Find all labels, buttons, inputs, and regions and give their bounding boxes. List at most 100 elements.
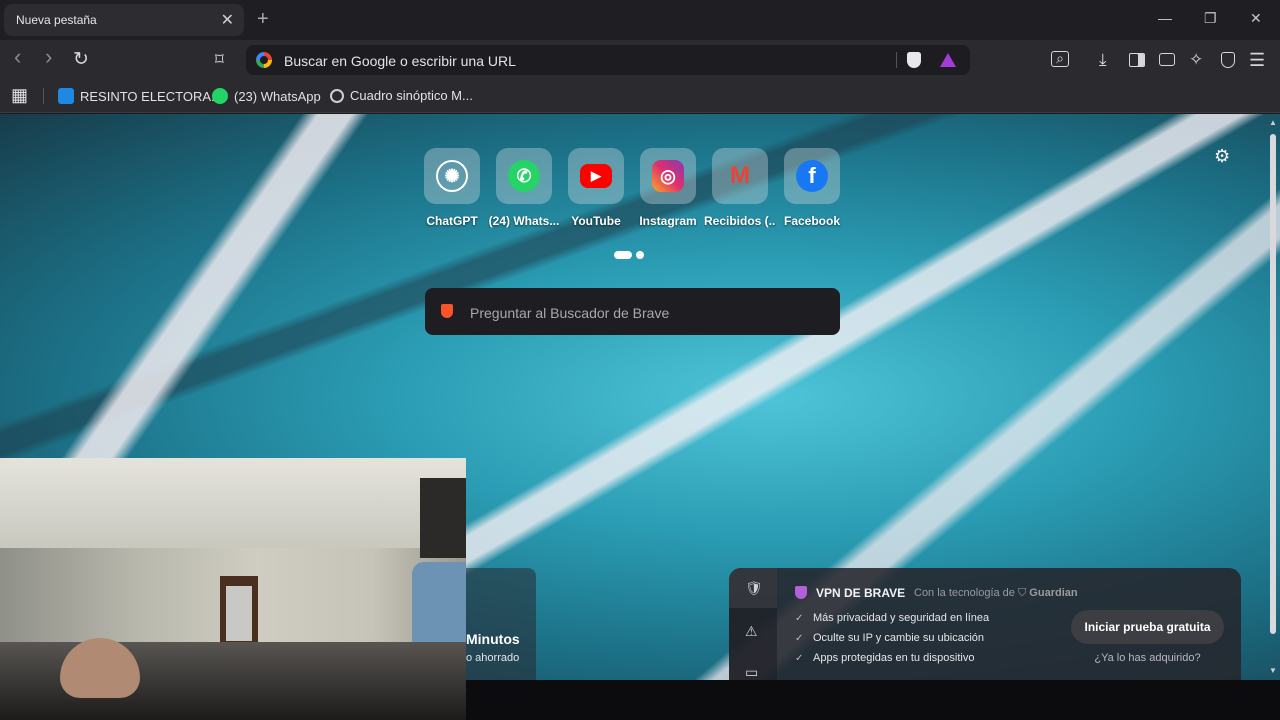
settings-gear-icon[interactable]: ⚙ — [1214, 146, 1230, 167]
warning-icon[interactable]: ⚠ — [745, 623, 758, 640]
restore-icon[interactable]: ❐ — [1204, 10, 1217, 27]
top-site-label: Instagram — [639, 214, 697, 228]
vpn-powered-by: Con la tecnología de ⛉ Guardian — [914, 587, 1078, 600]
top-site-instagram[interactable]: ◎ Instagram — [632, 148, 704, 228]
vpn-feature-text: Oculte su IP y cambie su ubicación — [813, 632, 984, 644]
new-tab-button[interactable]: + — [257, 8, 269, 31]
address-bar-placeholder: Buscar en Google o escribir una URL — [284, 53, 516, 69]
already-purchased-link[interactable]: ¿Ya lo has adquirido? — [1071, 652, 1224, 664]
window-close-icon[interactable]: ✕ — [1250, 10, 1262, 27]
stats-widget: Minutos o ahorrado — [466, 568, 536, 680]
bookmark-label: (23) WhatsApp — [234, 89, 321, 104]
google-icon — [256, 52, 272, 68]
video-icon[interactable]: ▭ — [745, 664, 758, 680]
vpn-promo-card: 🛡 ⚠ ▭ VPN DE BRAVE Con la tecnología de … — [729, 568, 1241, 680]
scroll-thumb[interactable] — [1270, 134, 1276, 634]
vpn-feature: ✓ Apps protegidas en tu dispositivo — [795, 652, 974, 664]
top-site-gmail[interactable]: M Recibidos (... — [704, 148, 776, 228]
youtube-icon: ▶ — [580, 164, 612, 188]
top-site-chatgpt[interactable]: ✺ ChatGPT — [416, 148, 488, 228]
bookmark-icon[interactable]: ⌑ — [215, 50, 224, 70]
toolbar: ‹ › ↻ ⌑ Buscar en Google o escribir una … — [0, 40, 1280, 80]
bookmark-label: RESINTO ELECTORA... — [80, 89, 222, 104]
check-icon: ✓ — [795, 653, 804, 664]
start-free-trial-button[interactable]: Iniciar prueba gratuita — [1071, 610, 1224, 644]
top-site-whatsapp[interactable]: ✆ (24) Whats... — [488, 148, 560, 228]
whatsapp-icon: ✆ — [508, 160, 540, 192]
page-dot[interactable] — [636, 251, 644, 259]
vpn-feature: ✓ Más privacidad y seguridad en línea — [795, 612, 989, 624]
webcam-overlay — [0, 458, 466, 720]
leo-ai-icon[interactable]: ✧ — [1189, 50, 1203, 70]
downloads-icon[interactable]: ⤓ — [1099, 50, 1107, 70]
top-site-youtube[interactable]: ▶ YouTube — [560, 148, 632, 228]
scroll-down-icon[interactable]: ▼ — [1269, 666, 1277, 675]
guardian-shield-icon: ⛉ — [1017, 587, 1027, 599]
check-icon: ✓ — [795, 633, 804, 644]
tab-new-tab[interactable]: Nueva pestaña ✕ — [4, 4, 244, 36]
tab-title: Nueva pestaña — [16, 13, 97, 27]
page-dot-active[interactable] — [614, 251, 632, 259]
bookmarks-divider — [43, 88, 44, 104]
vpn-title: VPN DE BRAVE — [816, 586, 906, 600]
tab-close-icon[interactable]: ✕ — [221, 10, 234, 30]
address-bar-divider — [896, 52, 897, 68]
vpn-feature: ✓ Oculte su IP y cambie su ubicación — [795, 632, 984, 644]
forward-icon[interactable]: › — [45, 46, 52, 68]
minimize-icon[interactable]: — — [1158, 10, 1172, 26]
widget-rail: 🛡 ⚠ ▭ — [729, 568, 777, 680]
search-placeholder: Preguntar al Buscador de Brave — [470, 305, 670, 321]
scroll-up-icon[interactable]: ▲ — [1269, 118, 1277, 127]
webcam-shadow — [420, 478, 466, 558]
gmail-icon: M — [730, 162, 750, 189]
chatgpt-icon: ✺ — [436, 160, 468, 192]
vpn-feature-text: Apps protegidas en tu dispositivo — [813, 652, 975, 664]
top-site-tile: ◎ — [640, 148, 696, 204]
top-site-label: Recibidos (... — [704, 214, 776, 228]
vpn-icon[interactable] — [1221, 52, 1235, 68]
brave-shields-icon[interactable] — [907, 52, 921, 68]
vpn-shield-icon[interactable]: 🛡 — [745, 580, 763, 597]
vpn-title-icon — [795, 586, 807, 599]
bookmark-cuadro[interactable]: Cuadro sinóptico M... — [330, 88, 473, 103]
brave-rewards-icon[interactable] — [940, 53, 956, 67]
instagram-icon: ◎ — [652, 160, 684, 192]
stats-time-saved-value: Minutos — [466, 631, 520, 647]
top-site-label: (24) Whats... — [488, 214, 560, 228]
back-icon[interactable]: ‹ — [14, 46, 21, 68]
whatsapp-icon — [212, 88, 228, 104]
check-icon: ✓ — [795, 613, 804, 624]
search-tab-icon[interactable]: ⌕ — [1051, 51, 1069, 67]
top-site-label: ChatGPT — [426, 214, 478, 228]
wallet-icon[interactable] — [1159, 53, 1175, 66]
bookmark-whatsapp[interactable]: (23) WhatsApp — [212, 88, 321, 104]
top-site-label: Facebook — [783, 214, 840, 228]
top-site-facebook[interactable]: f Facebook — [776, 148, 848, 228]
page-scrollbar[interactable]: ▲ ▼ — [1268, 118, 1278, 678]
top-site-tile: f — [784, 148, 840, 204]
top-sites-pagination — [614, 246, 648, 264]
address-bar[interactable]: Buscar en Google o escribir una URL — [246, 45, 970, 75]
top-site-label: YouTube — [571, 214, 621, 228]
chatgpt-icon — [330, 89, 344, 103]
bottom-strip — [466, 680, 1280, 720]
brave-lion-icon — [441, 304, 453, 318]
vpn-powered-by-text: Con la tecnología de — [914, 587, 1015, 599]
bookmark-resinto[interactable]: RESINTO ELECTORA... — [58, 88, 222, 104]
sidebar-icon[interactable] — [1129, 53, 1145, 67]
reload-icon[interactable]: ↻ — [73, 50, 89, 70]
folder-icon — [58, 88, 74, 104]
apps-grid-icon[interactable]: ▦ — [11, 85, 28, 106]
top-site-tile: M — [712, 148, 768, 204]
vpn-feature-text: Más privacidad y seguridad en línea — [813, 612, 990, 624]
bookmarks-bar: ▦ RESINTO ELECTORA... (23) WhatsApp Cuad… — [0, 80, 1280, 113]
tab-strip: Nueva pestaña ✕ + — ❐ ✕ — [0, 0, 1280, 40]
webcam-mirror — [226, 586, 252, 641]
vpn-provider: Guardian — [1029, 587, 1078, 599]
top-site-tile: ✆ — [496, 148, 552, 204]
menu-icon[interactable]: ☰ — [1249, 50, 1265, 70]
stats-time-saved-label: o ahorrado — [466, 652, 520, 664]
top-site-tile: ✺ — [424, 148, 480, 204]
brave-search-box[interactable]: Preguntar al Buscador de Brave — [425, 288, 840, 335]
facebook-icon: f — [796, 160, 828, 192]
